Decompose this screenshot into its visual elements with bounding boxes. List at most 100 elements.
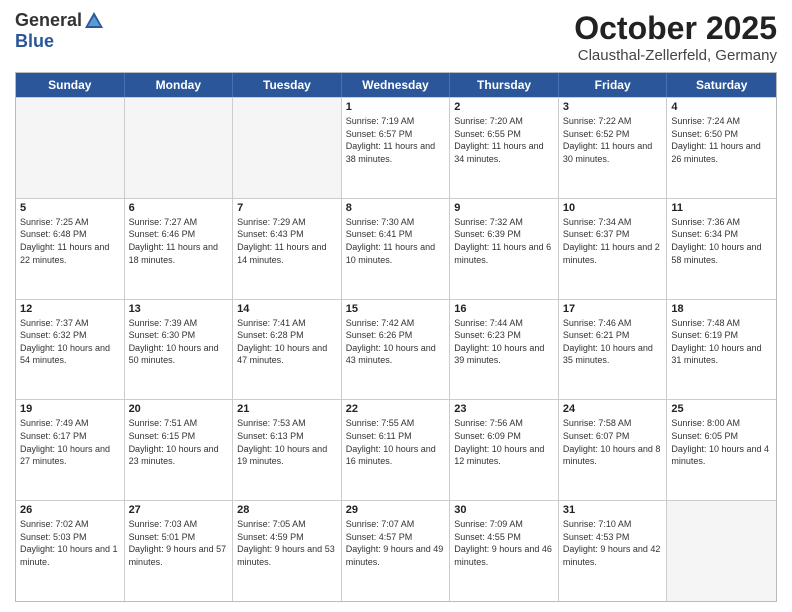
calendar-cell-4-6 <box>667 501 776 601</box>
logo: General Blue <box>15 10 106 52</box>
day-info: Sunrise: 7:30 AM Sunset: 6:41 PM Dayligh… <box>346 216 446 266</box>
day-number: 15 <box>346 303 446 315</box>
day-info: Sunrise: 8:00 AM Sunset: 6:05 PM Dayligh… <box>671 417 772 467</box>
calendar-cell-4-0: 26Sunrise: 7:02 AM Sunset: 5:03 PM Dayli… <box>16 501 125 601</box>
calendar-cell-1-4: 9Sunrise: 7:32 AM Sunset: 6:39 PM Daylig… <box>450 199 559 299</box>
day-number: 20 <box>129 403 229 415</box>
logo-blue: Blue <box>15 32 106 52</box>
day-info: Sunrise: 7:56 AM Sunset: 6:09 PM Dayligh… <box>454 417 554 467</box>
calendar-row-0: 1Sunrise: 7:19 AM Sunset: 6:57 PM Daylig… <box>16 97 776 198</box>
weekday-tuesday: Tuesday <box>233 73 342 97</box>
calendar-cell-2-0: 12 Sunrise: 7:37 AM Sunset: 6:32 PM Dayli… <box>16 300 125 400</box>
day-number: 6 <box>129 202 229 214</box>
day-number: 14 <box>237 303 337 315</box>
day-number: 24 <box>563 403 663 415</box>
day-number: 25 <box>671 403 772 415</box>
weekday-thursday: Thursday <box>450 73 559 97</box>
day-info: Sunrise: 7:46 AM Sunset: 6:21 PM Dayligh… <box>563 317 663 367</box>
calendar-cell-3-3: 22Sunrise: 7:55 AM Sunset: 6:11 PM Dayli… <box>342 400 451 500</box>
calendar-cell-3-6: 25 Sunrise: 8:00 AM Sunset: 6:05 PM Dayli… <box>667 400 776 500</box>
day-number: 13 <box>129 303 229 315</box>
calendar-cell-0-2 <box>233 98 342 198</box>
day-number: 31 <box>563 504 663 516</box>
day-number: 1 <box>346 101 446 113</box>
day-info: Sunrise: 7:41 AM Sunset: 6:28 PM Dayligh… <box>237 317 337 367</box>
day-info: Sunrise: 7:42 AM Sunset: 6:26 PM Dayligh… <box>346 317 446 367</box>
calendar-cell-2-3: 15 Sunrise: 7:42 AM Sunset: 6:26 PM Dayli… <box>342 300 451 400</box>
calendar-cell-1-3: 8Sunrise: 7:30 AM Sunset: 6:41 PM Daylig… <box>342 199 451 299</box>
calendar-cell-3-5: 24Sunrise: 7:58 AM Sunset: 6:07 PM Dayli… <box>559 400 668 500</box>
day-number: 29 <box>346 504 446 516</box>
day-number: 30 <box>454 504 554 516</box>
weekday-friday: Friday <box>559 73 668 97</box>
day-number: 12 <box>20 303 120 315</box>
day-number: 11 <box>671 202 772 214</box>
month-title: October 2025 <box>574 10 777 47</box>
calendar-cell-4-1: 27 Sunrise: 7:03 AM Sunset: 5:01 PM Dayli… <box>125 501 234 601</box>
calendar-header: Sunday Monday Tuesday Wednesday Thursday… <box>16 73 776 97</box>
day-info: Sunrise: 7:24 AM Sunset: 6:50 PM Dayligh… <box>671 115 772 165</box>
day-number: 18 <box>671 303 772 315</box>
calendar-row-4: 26Sunrise: 7:02 AM Sunset: 5:03 PM Dayli… <box>16 500 776 601</box>
weekday-sunday: Sunday <box>16 73 125 97</box>
calendar-cell-0-0 <box>16 98 125 198</box>
calendar-cell-1-1: 6 Sunrise: 7:27 AM Sunset: 6:46 PM Daylig… <box>125 199 234 299</box>
day-number: 16 <box>454 303 554 315</box>
title-block: October 2025 Clausthal-Zellerfeld, Germa… <box>574 10 777 64</box>
day-info: Sunrise: 7:25 AM Sunset: 6:48 PM Dayligh… <box>20 216 120 266</box>
calendar-cell-3-0: 19 Sunrise: 7:49 AM Sunset: 6:17 PM Dayli… <box>16 400 125 500</box>
day-info: Sunrise: 7:09 AM Sunset: 4:55 PM Dayligh… <box>454 518 554 568</box>
weekday-saturday: Saturday <box>667 73 776 97</box>
calendar-cell-0-6: 4Sunrise: 7:24 AM Sunset: 6:50 PM Daylig… <box>667 98 776 198</box>
calendar-cell-2-1: 13 Sunrise: 7:39 AM Sunset: 6:30 PM Dayli… <box>125 300 234 400</box>
day-info: Sunrise: 7:36 AM Sunset: 6:34 PM Dayligh… <box>671 216 772 266</box>
day-number: 22 <box>346 403 446 415</box>
calendar-cell-4-5: 31 Sunrise: 7:10 AM Sunset: 4:53 PM Dayli… <box>559 501 668 601</box>
calendar-cell-2-4: 16 Sunrise: 7:44 AM Sunset: 6:23 PM Dayli… <box>450 300 559 400</box>
calendar-row-1: 5 Sunrise: 7:25 AM Sunset: 6:48 PM Daylig… <box>16 198 776 299</box>
day-number: 10 <box>563 202 663 214</box>
day-number: 2 <box>454 101 554 113</box>
calendar-cell-0-4: 2 Sunrise: 7:20 AM Sunset: 6:55 PM Daylig… <box>450 98 559 198</box>
day-info: Sunrise: 7:39 AM Sunset: 6:30 PM Dayligh… <box>129 317 229 367</box>
calendar-body: 1Sunrise: 7:19 AM Sunset: 6:57 PM Daylig… <box>16 97 776 601</box>
header: General Blue October 2025 Clausthal-Zell… <box>15 10 777 64</box>
day-number: 23 <box>454 403 554 415</box>
calendar-cell-0-1 <box>125 98 234 198</box>
logo-icon <box>83 10 105 32</box>
calendar-cell-1-6: 11 Sunrise: 7:36 AM Sunset: 6:34 PM Dayli… <box>667 199 776 299</box>
day-number: 28 <box>237 504 337 516</box>
day-info: Sunrise: 7:49 AM Sunset: 6:17 PM Dayligh… <box>20 417 120 467</box>
day-number: 19 <box>20 403 120 415</box>
day-number: 5 <box>20 202 120 214</box>
calendar-cell-4-3: 29Sunrise: 7:07 AM Sunset: 4:57 PM Dayli… <box>342 501 451 601</box>
calendar: Sunday Monday Tuesday Wednesday Thursday… <box>15 72 777 602</box>
day-number: 27 <box>129 504 229 516</box>
day-info: Sunrise: 7:44 AM Sunset: 6:23 PM Dayligh… <box>454 317 554 367</box>
calendar-cell-1-0: 5 Sunrise: 7:25 AM Sunset: 6:48 PM Daylig… <box>16 199 125 299</box>
day-number: 7 <box>237 202 337 214</box>
day-info: Sunrise: 7:37 AM Sunset: 6:32 PM Dayligh… <box>20 317 120 367</box>
day-info: Sunrise: 7:51 AM Sunset: 6:15 PM Dayligh… <box>129 417 229 467</box>
weekday-wednesday: Wednesday <box>342 73 451 97</box>
day-number: 17 <box>563 303 663 315</box>
page: General Blue October 2025 Clausthal-Zell… <box>0 0 792 612</box>
calendar-cell-1-5: 10 Sunrise: 7:34 AM Sunset: 6:37 PM Dayli… <box>559 199 668 299</box>
day-info: Sunrise: 7:29 AM Sunset: 6:43 PM Dayligh… <box>237 216 337 266</box>
calendar-cell-2-2: 14 Sunrise: 7:41 AM Sunset: 6:28 PM Dayli… <box>233 300 342 400</box>
day-info: Sunrise: 7:03 AM Sunset: 5:01 PM Dayligh… <box>129 518 229 568</box>
day-number: 21 <box>237 403 337 415</box>
day-info: Sunrise: 7:27 AM Sunset: 6:46 PM Dayligh… <box>129 216 229 266</box>
day-info: Sunrise: 7:53 AM Sunset: 6:13 PM Dayligh… <box>237 417 337 467</box>
calendar-cell-0-3: 1Sunrise: 7:19 AM Sunset: 6:57 PM Daylig… <box>342 98 451 198</box>
day-info: Sunrise: 7:34 AM Sunset: 6:37 PM Dayligh… <box>563 216 663 266</box>
calendar-cell-2-5: 17 Sunrise: 7:46 AM Sunset: 6:21 PM Dayli… <box>559 300 668 400</box>
logo-general: General <box>15 10 82 30</box>
day-number: 26 <box>20 504 120 516</box>
day-number: 9 <box>454 202 554 214</box>
day-info: Sunrise: 7:10 AM Sunset: 4:53 PM Dayligh… <box>563 518 663 568</box>
calendar-cell-3-4: 23 Sunrise: 7:56 AM Sunset: 6:09 PM Dayli… <box>450 400 559 500</box>
calendar-cell-4-2: 28Sunrise: 7:05 AM Sunset: 4:59 PM Dayli… <box>233 501 342 601</box>
day-info: Sunrise: 7:20 AM Sunset: 6:55 PM Dayligh… <box>454 115 554 165</box>
calendar-cell-2-6: 18Sunrise: 7:48 AM Sunset: 6:19 PM Dayli… <box>667 300 776 400</box>
